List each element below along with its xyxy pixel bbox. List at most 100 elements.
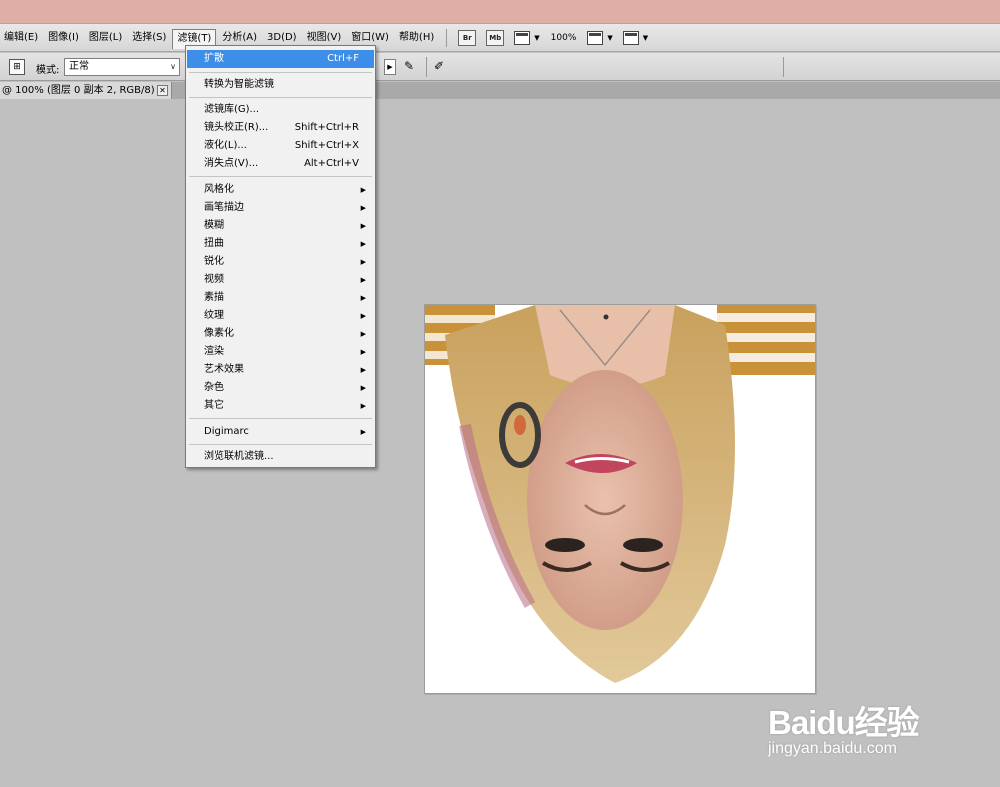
- menu-layer[interactable]: 图层(L): [85, 29, 126, 47]
- menu-item-label: 渲染: [204, 346, 224, 357]
- mini-bridge-button[interactable]: Mb: [486, 29, 505, 46]
- menu-item-sharpen[interactable]: 锐化 ▶: [187, 253, 374, 271]
- chevron-down-icon: ▼: [607, 33, 613, 42]
- menu-item-label: 杂色: [204, 382, 224, 393]
- mode-select-value: 正常: [69, 61, 89, 72]
- submenu-arrow-icon: ▶: [360, 258, 366, 266]
- menubar-separator: [446, 28, 448, 47]
- screen-mode-icon: [622, 30, 639, 45]
- menu-item-label: Digimarc: [204, 426, 249, 437]
- menu-analysis[interactable]: 分析(A): [218, 29, 261, 47]
- close-icon[interactable]: ✕: [157, 85, 168, 96]
- tool-preset-picker-icon[interactable]: ⊞: [9, 59, 25, 75]
- menu-item-filter-gallery[interactable]: 滤镜库(G)...: [187, 101, 374, 119]
- baidu-logo: Baidu经验: [768, 704, 920, 741]
- screen-mode-dropdown[interactable]: ▼: [622, 30, 649, 45]
- menu-item-video[interactable]: 视频 ▶: [187, 271, 374, 289]
- menu-item-label: 扭曲: [204, 238, 224, 249]
- submenu-arrow-icon: ▶: [360, 330, 366, 338]
- menu-item-label: 艺术效果: [204, 364, 244, 375]
- submenu-arrow-icon: ▶: [360, 312, 366, 320]
- menu-item-convert-smart-filters[interactable]: 转换为智能滤镜: [187, 76, 374, 94]
- menu-item-label: 素描: [204, 292, 224, 303]
- menu-image[interactable]: 图像(I): [44, 29, 83, 47]
- menu-item-shortcut: Alt+Ctrl+V: [304, 158, 359, 169]
- menu-select[interactable]: 选择(S): [128, 29, 170, 47]
- menu-item-label: 消失点(V)...: [204, 158, 259, 169]
- bridge-button[interactable]: Br: [458, 29, 477, 46]
- menu-window[interactable]: 窗口(W): [347, 29, 393, 47]
- arrange-documents-icon: [587, 30, 604, 45]
- zoom-level[interactable]: 100%: [551, 33, 577, 43]
- menu-item-vanishing-point[interactable]: 消失点(V)... Alt+Ctrl+V: [187, 155, 374, 173]
- menu-item-other[interactable]: 其它 ▶: [187, 397, 374, 415]
- menu-item-distort[interactable]: 扭曲 ▶: [187, 235, 374, 253]
- menu-item-liquify[interactable]: 液化(L)... Shift+Ctrl+X: [187, 137, 374, 155]
- menu-item-label: 模糊: [204, 220, 224, 231]
- baidu-watermark: Baidu经验 jingyan.baidu.com: [768, 676, 958, 766]
- submenu-arrow-icon: ▶: [360, 402, 366, 410]
- mode-label: 模式:: [36, 65, 60, 76]
- menu-item-label: 像素化: [204, 328, 234, 339]
- submenu-arrow-icon: ▶: [360, 294, 366, 302]
- view-extras-dropdown[interactable]: ▼: [514, 30, 540, 45]
- menu-item-label: 锐化: [204, 256, 224, 267]
- menu-bar: 编辑(E) 图像(I) 图层(L) 选择(S) 滤镜(T) 分析(A) 3D(D…: [0, 24, 1000, 52]
- menu-item-digimarc[interactable]: Digimarc ▶: [187, 423, 374, 441]
- menu-item-artistic[interactable]: 艺术效果 ▶: [187, 361, 374, 379]
- window-titlebar: [0, 0, 1000, 24]
- menu-separator: [189, 97, 372, 98]
- menu-item-label: 纹理: [204, 310, 224, 321]
- menu-item-label: 其它: [204, 400, 224, 411]
- menu-item-label: 浏览联机滤镜...: [204, 451, 274, 462]
- arrange-documents-dropdown[interactable]: ▼: [587, 30, 613, 45]
- menu-view[interactable]: 视图(V): [303, 29, 346, 47]
- submenu-arrow-icon: ▶: [360, 366, 366, 374]
- submenu-arrow-icon: ▶: [360, 204, 366, 212]
- watermark-url: jingyan.baidu.com: [768, 740, 897, 757]
- tablet-pressure-icon[interactable]: ✐: [434, 59, 444, 73]
- menu-item-shortcut: Shift+Ctrl+X: [294, 140, 359, 151]
- menu-item-noise[interactable]: 杂色 ▶: [187, 379, 374, 397]
- menu-item-browse-filters-online[interactable]: 浏览联机滤镜...: [187, 448, 374, 466]
- menu-item-pixelate[interactable]: 像素化 ▶: [187, 325, 374, 343]
- menu-separator: [189, 418, 372, 419]
- menu-item-blur[interactable]: 模糊 ▶: [187, 217, 374, 235]
- filter-menu-dropdown: 扩散 Ctrl+F 转换为智能滤镜 滤镜库(G)... 镜头校正(R)... S…: [185, 45, 376, 468]
- flow-slider-button[interactable]: ▶: [384, 59, 396, 75]
- menu-item-label: 视频: [204, 274, 224, 285]
- menu-item-stylize[interactable]: 风格化 ▶: [187, 181, 374, 199]
- menu-edit[interactable]: 编辑(E): [0, 29, 42, 47]
- menu-item-sketch[interactable]: 素描 ▶: [187, 289, 374, 307]
- chevron-down-icon: ▼: [642, 33, 649, 42]
- menu-item-shortcut: Ctrl+F: [327, 53, 359, 64]
- menu-item-texture[interactable]: 纹理 ▶: [187, 307, 374, 325]
- menu-item-lens-correction[interactable]: 镜头校正(R)... Shift+Ctrl+R: [187, 119, 374, 137]
- menu-item-render[interactable]: 渲染 ▶: [187, 343, 374, 361]
- submenu-arrow-icon: ▶: [360, 276, 366, 284]
- menu-3d[interactable]: 3D(D): [263, 29, 301, 47]
- menu-item-shortcut: Shift+Ctrl+R: [294, 122, 359, 133]
- menu-item-label: 液化(L)...: [204, 140, 247, 151]
- view-extras-icon: [514, 30, 531, 45]
- menu-item-label: 镜头校正(R)...: [204, 122, 269, 133]
- submenu-arrow-icon: ▶: [360, 222, 366, 230]
- submenu-arrow-icon: ▶: [360, 348, 366, 356]
- mode-select[interactable]: 正常 ∨: [64, 58, 180, 76]
- menu-item-label: 滤镜库(G)...: [204, 104, 260, 115]
- menu-item-last-filter[interactable]: 扩散 Ctrl+F: [187, 50, 374, 68]
- document-tab[interactable]: @ 100% (图层 0 副本 2, RGB/8) * ✕: [0, 82, 172, 99]
- canvas-image[interactable]: [424, 304, 816, 694]
- menu-separator: [189, 72, 372, 73]
- submenu-arrow-icon: ▶: [360, 384, 366, 392]
- menu-help[interactable]: 帮助(H): [395, 29, 438, 47]
- submenu-arrow-icon: ▶: [360, 428, 366, 436]
- airbrush-icon[interactable]: ✎: [404, 59, 414, 73]
- menu-item-label: 画笔描边: [204, 202, 244, 213]
- menu-item-label: 扩散: [204, 53, 224, 64]
- menu-item-label: 转换为智能滤镜: [204, 79, 274, 90]
- chevron-down-icon: ∨: [170, 62, 176, 71]
- submenu-arrow-icon: ▶: [360, 186, 366, 194]
- menu-separator: [189, 444, 372, 445]
- menu-item-brush-strokes[interactable]: 画笔描边 ▶: [187, 199, 374, 217]
